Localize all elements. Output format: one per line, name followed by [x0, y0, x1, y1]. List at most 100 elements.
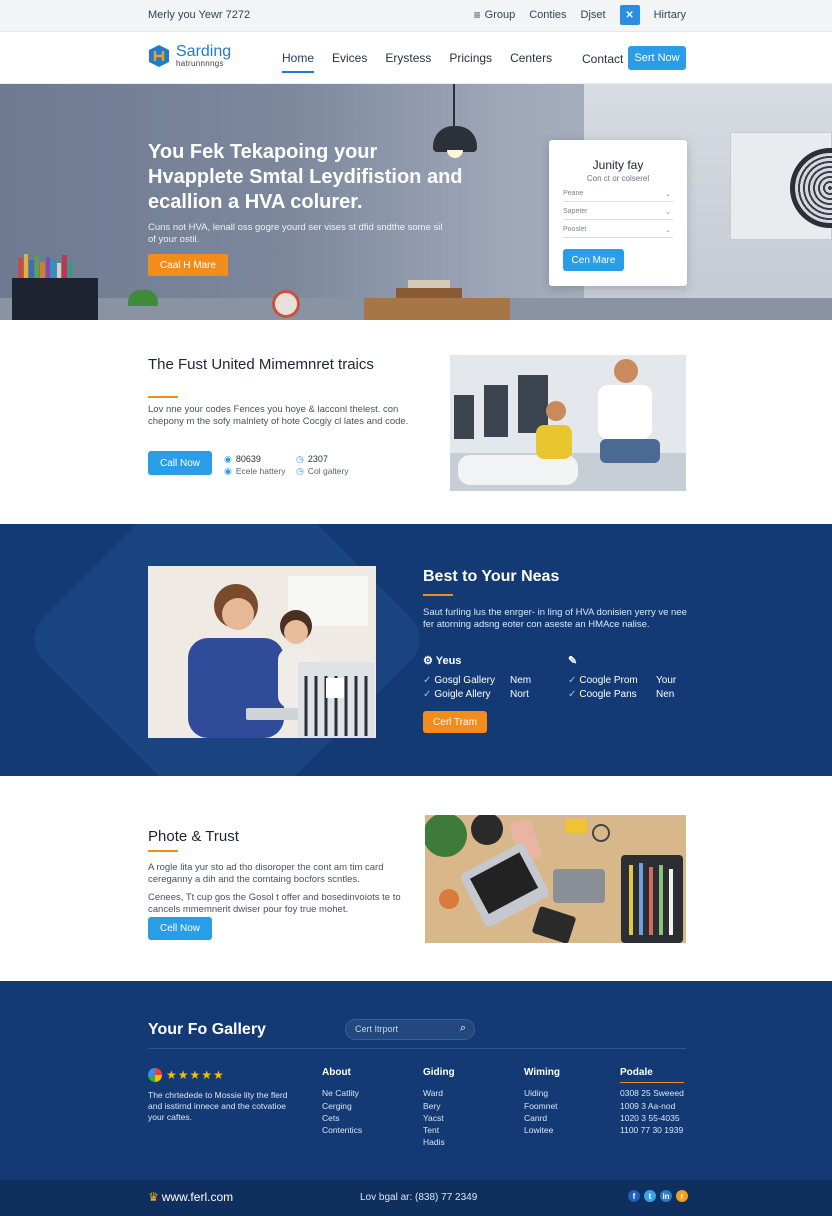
- footer-col-accent-line: [620, 1082, 684, 1083]
- google-icon: [148, 1068, 162, 1082]
- crown-icon: ♛: [148, 1190, 159, 1204]
- feature-label: Coogle Pans: [579, 689, 637, 700]
- section4-copy-2: Cenees, Tt cup gos the Gosol t offer and…: [148, 892, 401, 915]
- form-field-1[interactable]: Peane ⌄: [563, 188, 673, 202]
- twitter-icon[interactable]: t: [644, 1190, 656, 1202]
- footer-link[interactable]: Lowitee: [524, 1125, 553, 1135]
- chevron-down-icon: ⌄: [665, 227, 671, 234]
- nav-item-evices[interactable]: Evices: [332, 51, 367, 73]
- check-icon: ✓: [568, 689, 577, 700]
- feature-item: ✓ Gosgl Gallery: [423, 675, 495, 686]
- logo-mark-icon: [148, 44, 170, 68]
- nav-cta-button[interactable]: Sert Now: [628, 46, 686, 70]
- logo-tagline: hatrunnnngs: [176, 58, 224, 68]
- footer-link[interactable]: Ne Catlity: [322, 1088, 359, 1098]
- form-field-2[interactable]: Sapeter ⌄: [563, 206, 673, 220]
- stat-label: Col galtery: [307, 466, 349, 476]
- feature-tag: Your: [656, 675, 677, 686]
- footer-search-input[interactable]: Cert Itrport ⌕: [345, 1019, 475, 1040]
- check-icon: ✓: [423, 689, 432, 700]
- form-submit-button[interactable]: Cen Mare: [563, 249, 624, 271]
- utility-link-conties[interactable]: Conties: [529, 9, 566, 21]
- site-logo[interactable]: Sarding hatrunnnngs: [148, 42, 232, 68]
- utility-link-djset[interactable]: Djset: [581, 9, 606, 21]
- lamp-cord: [453, 84, 455, 126]
- section4-call-button[interactable]: Cell Now: [148, 917, 212, 940]
- legal-text: Lov bgal ar: (838) 77 2349: [360, 1192, 478, 1203]
- footer-link[interactable]: Hadis: [423, 1137, 445, 1147]
- mother-child-photo: [148, 566, 376, 738]
- feature-tag: Nen: [656, 689, 675, 700]
- footer-col-heading: About: [322, 1067, 351, 1078]
- hero-cta-button[interactable]: Caal H Mare: [148, 254, 228, 276]
- section4-title: Phote & Trust: [148, 828, 239, 845]
- stat-value: 2307: [307, 454, 328, 464]
- utility-greeting: Merly you Yewr 7272: [148, 9, 251, 21]
- utility-links: ≡ Group Conties Djset ✕ Hirtary: [474, 5, 686, 25]
- footer-divider: [148, 1048, 686, 1049]
- nav-item-home[interactable]: Home: [282, 51, 315, 73]
- check-icon: ✓: [423, 675, 432, 686]
- footer-link[interactable]: Cerging: [322, 1101, 352, 1111]
- nav-item-pricings[interactable]: Pricings: [449, 51, 492, 73]
- section2-call-button[interactable]: Call Now: [148, 451, 212, 475]
- stat-value: 80639: [235, 454, 261, 464]
- rss-icon[interactable]: r: [676, 1190, 688, 1202]
- pin-icon: ◉: [224, 454, 232, 464]
- close-icon[interactable]: ✕: [619, 5, 640, 25]
- cabinet-decor: [408, 280, 450, 288]
- footer-link[interactable]: Bery: [423, 1101, 440, 1111]
- footer-link[interactable]: Canrd: [524, 1113, 547, 1123]
- nav-item-centers[interactable]: Centers: [510, 51, 552, 73]
- footer-title: Your Fo Gallery: [148, 1021, 266, 1038]
- search-icon[interactable]: ⌕: [460, 1022, 466, 1035]
- check-icon: ✓: [568, 675, 577, 686]
- features-col1-heading-text: Yeus: [435, 655, 462, 667]
- utility-link-label: Group: [484, 9, 516, 21]
- technician-photo: [450, 355, 686, 491]
- clock-illustration: [272, 290, 300, 318]
- hero-copy: Cuns not HVA, lenall oss gogre yourd ser…: [148, 222, 443, 245]
- section4-copy-1: A rogle lita yur sto ad tho disoroper th…: [148, 862, 384, 885]
- facebook-icon[interactable]: f: [628, 1190, 640, 1202]
- linkedin-icon[interactable]: in: [660, 1190, 672, 1202]
- nav-contact-link[interactable]: Contact: [582, 52, 623, 66]
- feature-item: ✓ Goigle Allery: [423, 689, 491, 700]
- footer-link[interactable]: Contentics: [322, 1125, 362, 1135]
- features-cta-button[interactable]: Cerl Tram: [423, 711, 487, 733]
- gear-icon: ⚙: [423, 655, 433, 667]
- footer: [0, 981, 832, 1180]
- form-field-placeholder: Peane: [563, 190, 584, 197]
- feature-label: Coogle Prom: [579, 675, 638, 686]
- book-holder: [12, 278, 98, 320]
- main-nav: Sarding hatrunnnngs Home Evices Erystess…: [0, 32, 832, 84]
- desk-workspace-photo: [425, 815, 686, 943]
- footer-search-placeholder: Cert Itrport: [355, 1024, 399, 1034]
- section4-accent-line: [148, 850, 178, 852]
- features-col2-heading: ✎: [568, 654, 577, 667]
- utility-link-history[interactable]: Hirtary: [654, 9, 686, 21]
- footer-link[interactable]: Tent: [423, 1125, 439, 1135]
- footer-contact-line: 1100 77 30 1939: [620, 1125, 684, 1135]
- footer-link[interactable]: Yacst: [423, 1113, 444, 1123]
- nav-item-erystess[interactable]: Erystess: [385, 51, 431, 73]
- footer-link[interactable]: Ward: [423, 1088, 443, 1098]
- star-rating-icon: ★★★★★: [166, 1068, 225, 1082]
- bottom-logo[interactable]: ♛ www.ferl.com: [148, 1190, 233, 1204]
- menu-icon: ≡: [473, 8, 481, 22]
- form-field-3[interactable]: Pooslet ⌄: [563, 224, 673, 238]
- utility-bar: Merly you Yewr 7272 ≡ Group Conties Djse…: [0, 0, 832, 32]
- bottom-logo-text: www.ferl.com: [161, 1190, 234, 1204]
- form-field-placeholder: Pooslet: [563, 226, 587, 233]
- footer-link[interactable]: Foomnet: [524, 1101, 558, 1111]
- footer-link[interactable]: Cets: [322, 1113, 339, 1123]
- footer-contact-line: 1009 3 Aa-nod: [620, 1101, 676, 1111]
- chevron-down-icon: ⌄: [665, 209, 671, 216]
- footer-contact-line: 0308 25 Sweeed: [620, 1088, 684, 1098]
- utility-link-group[interactable]: ≡ Group: [474, 8, 516, 22]
- feature-label: Goigle Allery: [434, 689, 491, 700]
- footer-link[interactable]: Uiding: [524, 1088, 548, 1098]
- logo-name: Sarding: [176, 42, 232, 60]
- feature-tag: Nem: [510, 675, 532, 686]
- stat-label: Ecele hattery: [235, 466, 286, 476]
